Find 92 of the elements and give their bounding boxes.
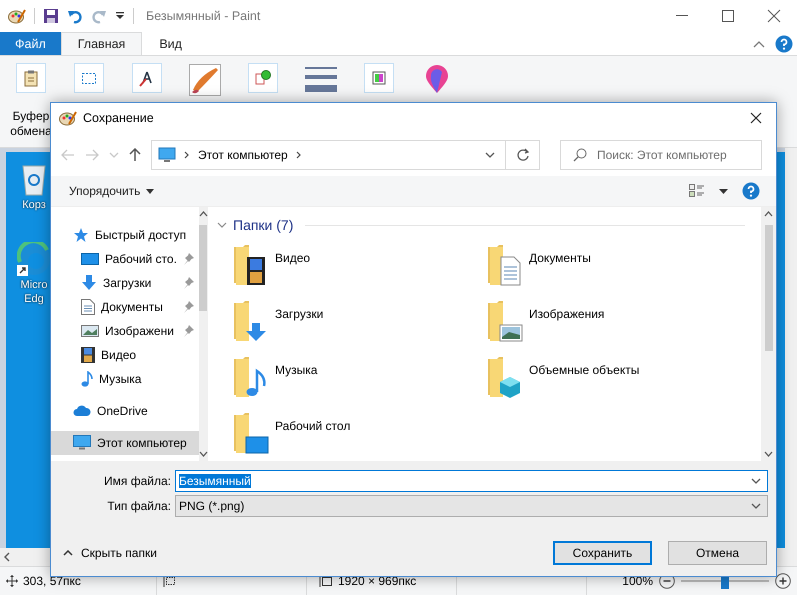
save-icon[interactable] bbox=[43, 8, 59, 24]
folder-name[interactable]: Рабочий стол bbox=[275, 411, 350, 433]
desktop-icon-label: Micro Edg bbox=[20, 278, 48, 306]
star-icon bbox=[73, 227, 89, 243]
ribbon-tab[interactable]: Файл bbox=[0, 32, 61, 55]
dialog-title: Сохранение bbox=[83, 111, 154, 125]
canvas-size-icon bbox=[319, 575, 333, 587]
dropdown-icon[interactable] bbox=[751, 503, 761, 509]
scroll-down-icon[interactable] bbox=[764, 451, 773, 457]
scroll-left-icon[interactable] bbox=[3, 552, 11, 562]
nav-item[interactable]: Быстрый доступ bbox=[51, 223, 199, 247]
brush-icon[interactable] bbox=[189, 64, 221, 96]
document-icon bbox=[81, 299, 95, 315]
help-icon[interactable] bbox=[742, 182, 760, 200]
paint-palette-icon bbox=[59, 110, 77, 126]
collapse-chevron-icon[interactable] bbox=[217, 222, 227, 228]
collapse-ribbon-icon[interactable] bbox=[753, 40, 765, 48]
field-label: Тип файла: bbox=[106, 499, 172, 513]
caret-icon[interactable] bbox=[719, 188, 728, 194]
window-title: Безымянный - Paint bbox=[146, 9, 260, 23]
cursor-position: 303, 57пкс bbox=[23, 574, 81, 588]
up-arrow-icon[interactable] bbox=[129, 148, 141, 162]
section-header[interactable]: Папки (7) bbox=[233, 217, 294, 233]
nav-item[interactable]: Изображени bbox=[51, 319, 199, 343]
dropdown-icon[interactable] bbox=[751, 478, 761, 484]
chevron-up-icon bbox=[63, 550, 73, 556]
nav-item[interactable]: Документы bbox=[51, 295, 199, 319]
nav-item[interactable]: Этот компьютер bbox=[51, 431, 199, 455]
caret-icon bbox=[146, 188, 154, 194]
scroll-up-icon[interactable] bbox=[198, 211, 208, 217]
colors-icon[interactable] bbox=[370, 69, 388, 87]
folder-name[interactable]: Документы bbox=[529, 243, 591, 265]
address-bar[interactable]: Этот компьютер bbox=[151, 140, 506, 170]
computer-icon bbox=[158, 146, 176, 162]
scrollbar-thumb[interactable] bbox=[199, 225, 208, 311]
folder-name[interactable]: Изображения bbox=[529, 299, 604, 321]
cancel-button[interactable]: Отмена bbox=[668, 541, 767, 565]
download-arrow-icon bbox=[81, 275, 97, 291]
music-note-icon bbox=[81, 371, 93, 387]
save-button[interactable]: Сохранить bbox=[553, 541, 652, 565]
nav-item[interactable]: OneDrive bbox=[51, 399, 199, 423]
clipboard-icon[interactable] bbox=[22, 69, 40, 87]
paint-palette-icon bbox=[8, 8, 26, 24]
view-options-icon[interactable] bbox=[689, 184, 705, 198]
computer-icon bbox=[73, 435, 91, 451]
folder-name[interactable]: Объемные объекты bbox=[529, 355, 640, 377]
desktop-icon bbox=[81, 252, 99, 266]
documents-folder-icon[interactable] bbox=[487, 243, 523, 287]
chevron-right-icon bbox=[184, 150, 190, 158]
folder-name[interactable]: Видео bbox=[275, 243, 310, 265]
canvas-size: 1920 × 969пкс bbox=[338, 574, 416, 588]
selection-size-icon bbox=[163, 575, 177, 587]
close-icon[interactable] bbox=[750, 112, 762, 124]
folder-name[interactable]: Музыка bbox=[275, 355, 318, 377]
scroll-down-icon[interactable] bbox=[198, 451, 208, 457]
organize-menu[interactable]: Упорядочить bbox=[69, 184, 154, 198]
pictures-folder-icon[interactable] bbox=[487, 299, 523, 343]
downloads-folder-icon[interactable] bbox=[233, 299, 269, 343]
search-field[interactable]: Поиск: Этот компьютер bbox=[560, 140, 762, 170]
hide-folders-button[interactable]: Скрыть папки bbox=[63, 546, 157, 560]
zoom-level: 100% bbox=[622, 574, 653, 588]
nav-item[interactable]: Видео bbox=[51, 343, 199, 367]
zoom-in-icon[interactable] bbox=[775, 573, 791, 589]
refresh-button[interactable] bbox=[506, 140, 540, 170]
field-label: Имя файла: bbox=[103, 474, 172, 488]
file-name-text: Безымянный bbox=[179, 474, 251, 488]
desktop-icon-label: Корз bbox=[21, 198, 47, 212]
nav-item[interactable]: Загрузки bbox=[51, 271, 199, 295]
file-name-field[interactable]: Безымянный bbox=[175, 470, 768, 492]
scrollbar-thumb[interactable] bbox=[764, 225, 772, 351]
address-dropdown-icon[interactable] bbox=[485, 152, 495, 158]
cloud-icon bbox=[73, 405, 91, 417]
chevron-right-icon bbox=[296, 150, 302, 158]
help-icon[interactable] bbox=[775, 34, 793, 52]
file-type-dropdown[interactable]: PNG (*.png) bbox=[175, 495, 768, 517]
folder-name[interactable]: Загрузки bbox=[275, 299, 324, 321]
shapes-icon[interactable] bbox=[254, 69, 272, 87]
nav-item[interactable]: Музыка bbox=[51, 367, 199, 391]
undo-icon[interactable] bbox=[67, 8, 83, 24]
ribbon-tab[interactable]: Главная bbox=[60, 32, 142, 55]
scrollbar[interactable] bbox=[785, 148, 797, 566]
film-icon bbox=[81, 347, 95, 363]
picture-icon bbox=[81, 324, 99, 338]
nav-item[interactable]: Рабочий сто. bbox=[51, 247, 199, 271]
cube-folder-icon[interactable] bbox=[487, 355, 523, 399]
move-cursor-icon bbox=[6, 575, 18, 587]
scroll-up-icon[interactable] bbox=[764, 211, 773, 217]
desktop-folder-icon[interactable] bbox=[233, 411, 269, 455]
search-icon bbox=[573, 148, 587, 162]
dropdown-icon[interactable] bbox=[115, 11, 125, 21]
refresh-icon bbox=[516, 148, 530, 162]
ribbon-tab[interactable]: Вид bbox=[142, 32, 199, 55]
